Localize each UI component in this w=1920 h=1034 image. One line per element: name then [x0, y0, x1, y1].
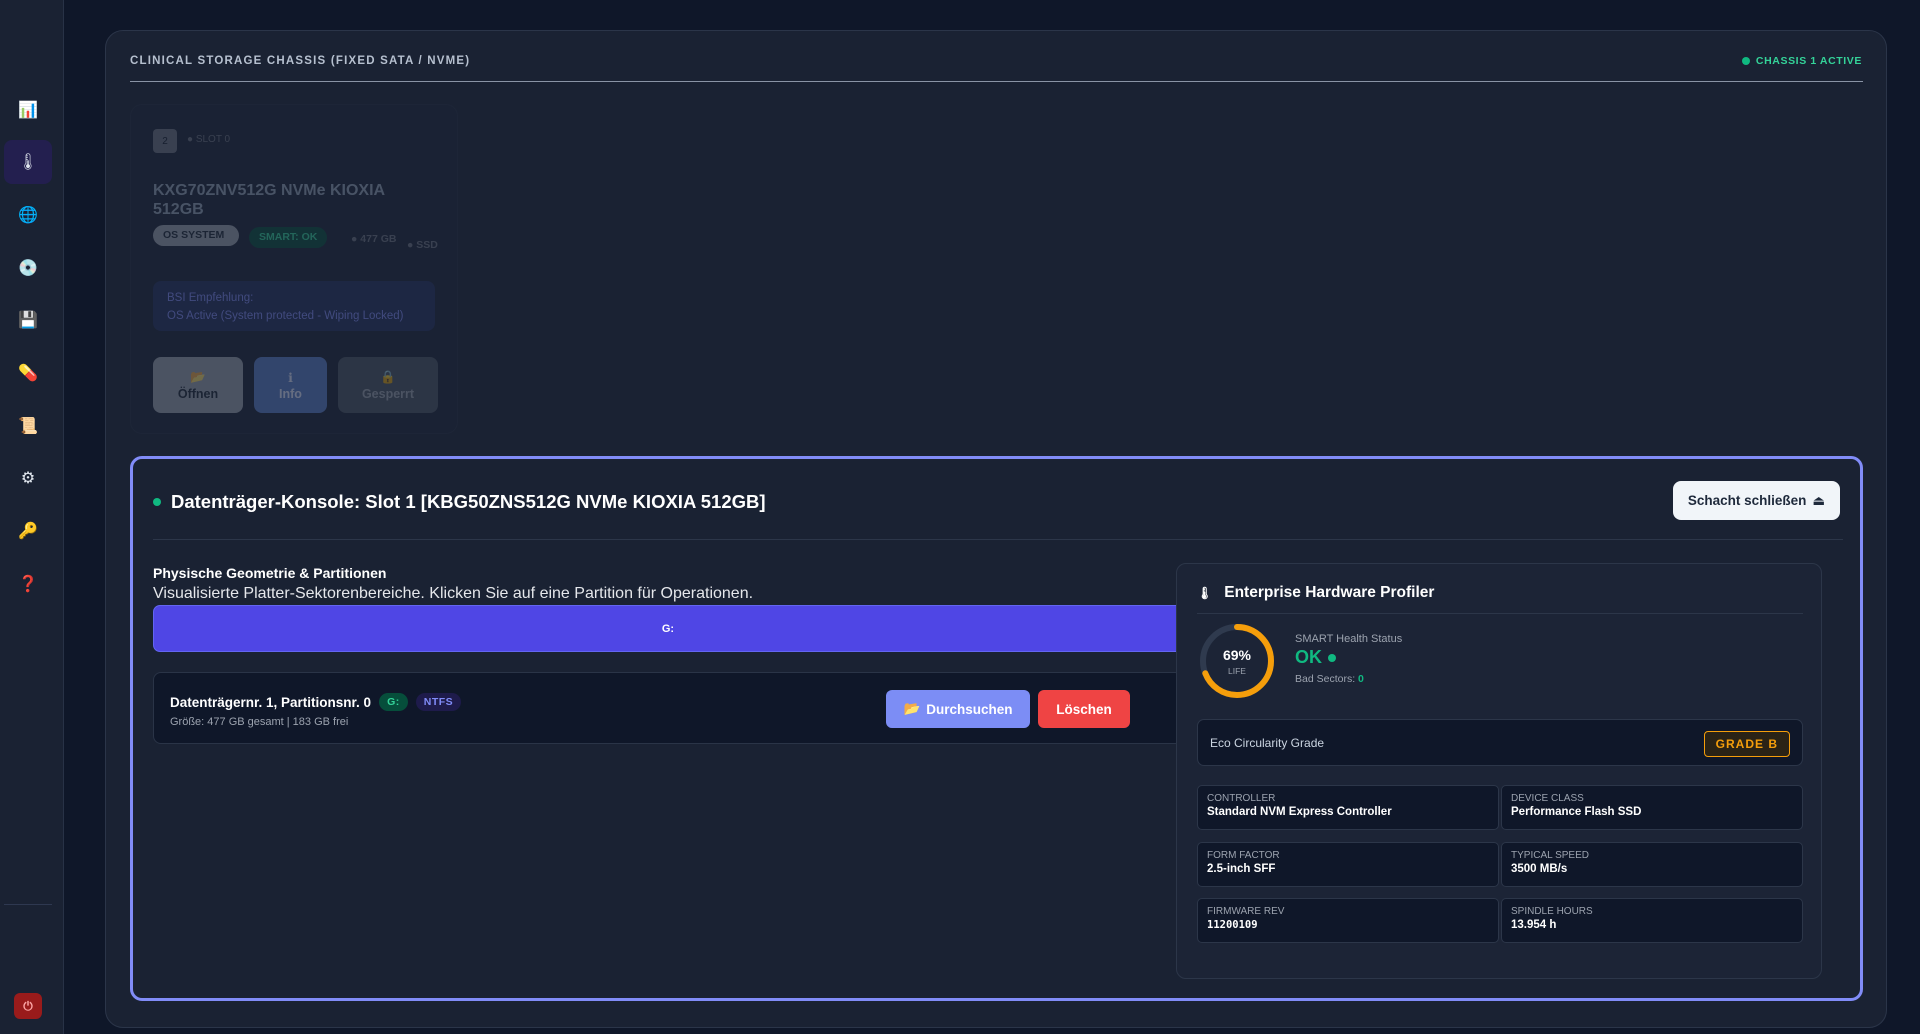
drive-card-slot-0[interactable]: 2 ● SLOT 0 KXG70ZNV512G NVMe KIOXIA 512G… [130, 104, 458, 434]
bsi-recommendation-text: OS Active (System protected - Wiping Loc… [167, 310, 404, 322]
geometry-subtitle: Visualisierte Platter-Sektorenbereiche. … [153, 585, 754, 602]
smart-health-value: OK [1295, 647, 1336, 668]
filesystem-badge: NTFS [415, 693, 462, 711]
info-button[interactable]: ℹ Info [254, 357, 327, 413]
smart-badge: SMART: OK [249, 227, 328, 248]
spec-spindle-hours: SPINDLE HOURS 13.954 h [1501, 898, 1803, 943]
scroll-icon[interactable]: 📜 [4, 404, 52, 448]
slot-number-badge: 2 [153, 129, 177, 153]
help-icon[interactable]: ❓ [4, 562, 52, 606]
power-icon: ⏻ [23, 998, 33, 1013]
locked-button[interactable]: 🔒 Gesperrt [338, 357, 438, 413]
eco-grade-label: Eco Circularity Grade [1210, 736, 1325, 750]
smart-health-label: SMART Health Status [1295, 633, 1403, 645]
partition-size-info: Größe: 477 GB gesamt | 183 GB frei [170, 716, 349, 728]
drive-type: ● SSD [407, 239, 438, 251]
console-status-dot-icon [153, 498, 161, 506]
drive-model: KXG70ZNV512G NVMe KIOXIA 512GB [153, 182, 385, 218]
spec-typical-speed: TYPICAL SPEED 3500 MB/s [1501, 842, 1803, 887]
pill-icon[interactable]: 💊 [4, 351, 52, 395]
open-button-label: Öffnen [177, 386, 219, 401]
folder-icon: 📂 [903, 701, 921, 716]
floppy-icon[interactable]: 💾 [4, 298, 52, 342]
partition-row: Datenträgernr. 1, Partitionsnr. 0 G: NTF… [153, 672, 1183, 744]
lock-icon: 🔒 [380, 369, 396, 384]
bad-sectors: Bad Sectors: 0 [1295, 673, 1364, 685]
hardware-profiler: 🌡 Enterprise Hardware Profiler 69% LIFE … [1176, 563, 1822, 979]
smart-health-text: OK [1295, 647, 1322, 667]
chassis-status-label: CHASSIS 1 ACTIVE [1755, 55, 1862, 67]
locked-button-label: Gesperrt [361, 386, 415, 401]
thermometer-icon[interactable]: 🌡 [4, 140, 52, 184]
console-divider [153, 539, 1843, 540]
eco-grade-badge: GRADE B [1703, 731, 1790, 757]
bsi-recommendation: BSI Empfehlung: OS Active (System protec… [153, 281, 435, 331]
drive-letter-badge: G: [379, 693, 408, 711]
delete-button[interactable]: Löschen [1038, 690, 1130, 728]
eject-icon: ⏏ [1812, 492, 1826, 508]
life-gauge-label: 69% LIFE [1197, 621, 1277, 701]
spec-controller: CONTROLLER Standard NVM Express Controll… [1197, 785, 1499, 830]
power-button[interactable]: ⏻ [14, 993, 42, 1019]
profiler-divider [1197, 613, 1803, 614]
close-bay-button[interactable]: Schacht schließen ⏏ [1673, 481, 1840, 520]
life-percent: 69% [1222, 646, 1252, 663]
sidebar-divider [4, 904, 52, 905]
key-icon[interactable]: 🔑 [4, 509, 52, 553]
open-button[interactable]: 📂 Öffnen [153, 357, 243, 413]
geometry-title: Physische Geometrie & Partitionen [153, 565, 387, 581]
info-button-label: Info [279, 386, 302, 401]
slot-label: ● SLOT 0 [187, 134, 231, 145]
close-bay-label: Schacht schließen [1687, 493, 1807, 508]
globe-icon[interactable]: 🌐 [4, 193, 52, 237]
sidebar: 📊 🌡 🌐 💿 💾 💊 📜 ⚙ 🔑 ❓ ⏻ [0, 0, 64, 1034]
bad-sectors-value: 0 [1358, 673, 1364, 685]
chassis-status: CHASSIS 1 ACTIVE [1741, 55, 1862, 67]
spec-device-class: DEVICE CLASS Performance Flash SSD [1501, 785, 1803, 830]
status-dot-icon [1741, 57, 1750, 65]
browse-button-label: Durchsuchen [926, 701, 1013, 717]
info-icon: ℹ [288, 370, 293, 385]
partition-segment-g[interactable]: G: [153, 605, 1183, 652]
folder-icon: 📂 [190, 369, 206, 384]
partition-name: Datenträgernr. 1, Partitionsnr. 0 G: NTF… [170, 693, 462, 711]
chart-icon[interactable]: 📊 [4, 88, 52, 132]
profiler-title: 🌡 Enterprise Hardware Profiler [1197, 584, 1434, 602]
health-dot-icon [1328, 653, 1336, 662]
chassis-title: CLINICAL STORAGE CHASSIS (FIXED SATA / N… [130, 55, 471, 67]
thermometer-icon: 🌡 [1197, 586, 1213, 600]
spec-firmware-rev: FIRMWARE REV 11200109 [1197, 898, 1499, 943]
partition-name-text: Datenträgernr. 1, Partitionsnr. 0 [170, 694, 372, 710]
console-title: Datenträger-Konsole: Slot 1 [KBG50ZNS512… [153, 491, 766, 513]
life-label: LIFE [1228, 665, 1246, 676]
drive-console: Datenträger-Konsole: Slot 1 [KBG50ZNS512… [130, 456, 1863, 1001]
chassis-divider [130, 81, 1863, 82]
gear-icon[interactable]: ⚙ [4, 456, 52, 500]
profiler-title-text: Enterprise Hardware Profiler [1224, 584, 1435, 601]
browse-button[interactable]: 📂 Durchsuchen [886, 690, 1030, 728]
eco-grade-row: Eco Circularity Grade GRADE B [1197, 719, 1803, 766]
console-title-text: Datenträger-Konsole: Slot 1 [KBG50ZNS512… [171, 491, 766, 512]
spec-form-factor: FORM FACTOR 2.5-inch SFF [1197, 842, 1499, 887]
os-system-badge: OS SYSTEM [153, 225, 239, 246]
disc-icon[interactable]: 💿 [4, 246, 52, 290]
bsi-recommendation-label: BSI Empfehlung: [167, 292, 254, 304]
